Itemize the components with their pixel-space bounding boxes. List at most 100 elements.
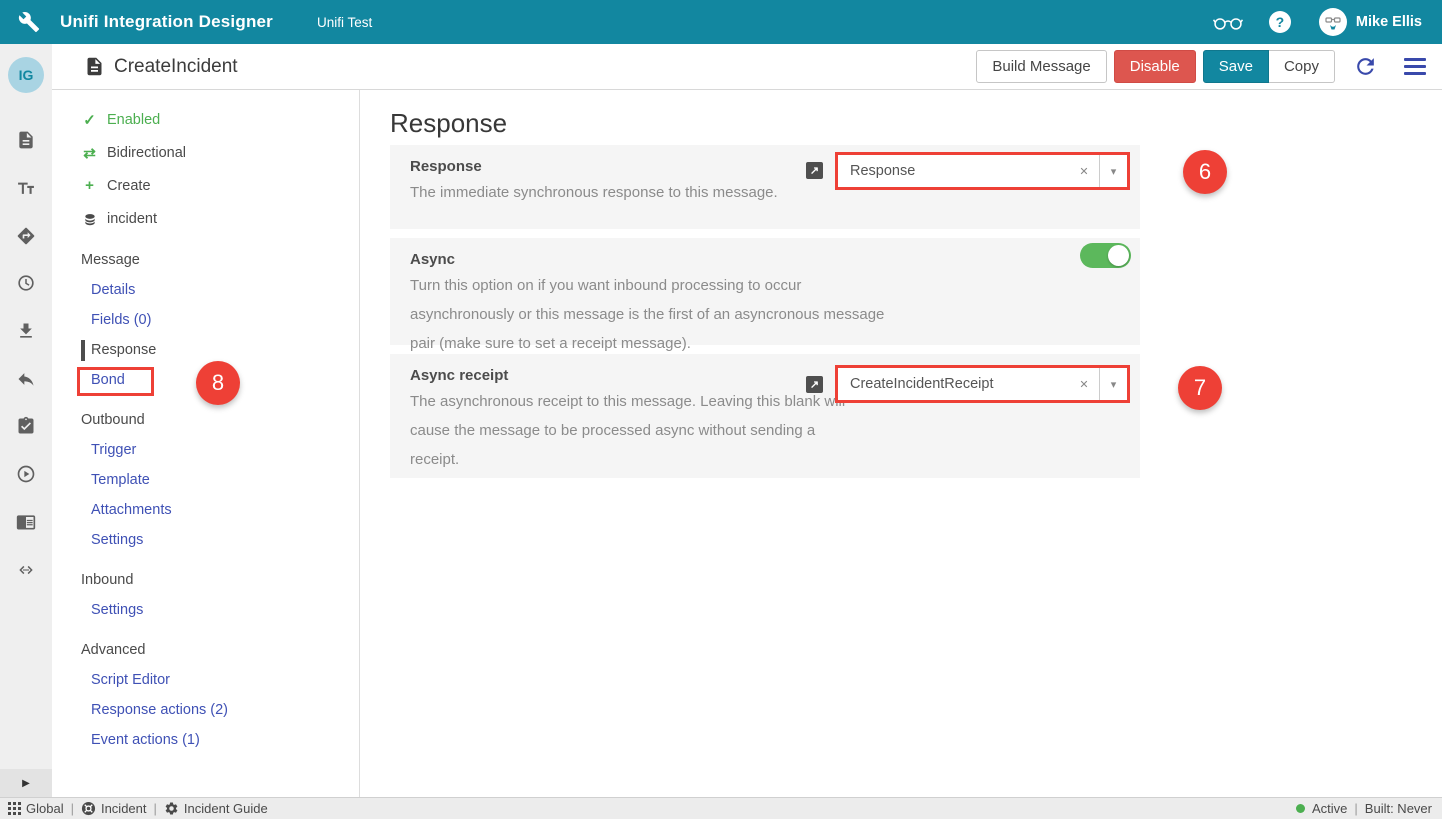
annotation-step-6: 6 [1183, 150, 1227, 194]
response-select[interactable]: Response [838, 155, 1069, 187]
async-receipt-description-line2: cause the message to be processed async … [410, 416, 1120, 445]
async-field-label: Async [410, 249, 1120, 271]
open-record-icon[interactable]: ↗ [806, 376, 823, 393]
message-header: CreateIncident Build Message Disable Sav… [52, 44, 1442, 90]
document-icon [84, 56, 105, 77]
sidebar-item-trigger[interactable]: Trigger [52, 435, 359, 465]
integration-label: Incident Guide [184, 801, 268, 816]
sidebar-item-template[interactable]: Template [52, 465, 359, 495]
app-title: Unifi Integration Designer [60, 12, 273, 32]
messages-icon[interactable] [15, 129, 37, 151]
download-icon[interactable] [15, 320, 37, 342]
sidebar-item-outbound-settings[interactable]: Settings [52, 525, 359, 555]
async-description-line1: Turn this option on if you want inbound … [410, 271, 1120, 300]
active-status-dot [1296, 804, 1305, 813]
bidirectional-label: Bidirectional [107, 145, 186, 161]
run-icon[interactable] [15, 463, 37, 485]
header-actions: Build Message Disable Save Copy [976, 50, 1428, 83]
workspace-name[interactable]: Unifi Test [317, 15, 372, 30]
gear-icon [164, 801, 179, 816]
topbar-right: ? Mike Ellis [1213, 8, 1422, 36]
active-indicator [81, 340, 85, 361]
async-receipt-select-highlight: CreateIncidentReceipt ✕ ▾ [835, 365, 1130, 403]
user-avatar[interactable] [1319, 8, 1347, 36]
annotation-step-7: 7 [1178, 366, 1222, 410]
status-bar: Global | Incident | Incident Guide Activ… [0, 797, 1442, 819]
statusbar-right: Active | Built: Never [1296, 801, 1432, 816]
integration-item[interactable]: Incident Guide [164, 801, 268, 816]
documentation-icon[interactable] [15, 511, 37, 533]
check-icon: ✓ [81, 111, 98, 129]
response-panel: Response The immediate synchronous respo… [390, 145, 1140, 229]
plus-icon: + [81, 177, 98, 194]
sidebar-item-bidirectional[interactable]: ⇄ Bidirectional [52, 136, 359, 169]
clear-icon[interactable]: ✕ [1069, 368, 1099, 400]
enabled-label: Enabled [107, 112, 160, 128]
integration-avatar[interactable]: IG [8, 57, 44, 93]
chevron-down-icon[interactable]: ▾ [1099, 368, 1127, 400]
refresh-icon[interactable] [1353, 54, 1378, 79]
help-icon[interactable]: ? [1269, 11, 1291, 33]
table-label: incident [107, 211, 157, 227]
sidebar-item-response[interactable]: Response [52, 335, 359, 365]
response-select-highlight: Response ✕ ▾ [835, 152, 1130, 190]
sidebar-item-enabled[interactable]: ✓ Enabled [52, 103, 359, 136]
icon-rail: IG ▶ [0, 44, 52, 797]
table-label: Incident [101, 801, 147, 816]
clear-icon[interactable]: ✕ [1069, 155, 1099, 187]
save-button[interactable]: Save [1203, 50, 1269, 83]
async-receipt-select[interactable]: CreateIncidentReceipt [838, 368, 1069, 400]
sidebar-item-event-actions[interactable]: Event actions (1) [52, 725, 359, 755]
tasks-icon[interactable] [15, 415, 37, 437]
sidebar-item-table[interactable]: incident [52, 202, 359, 235]
section-heading: Response [390, 108, 1442, 138]
directions-icon[interactable] [15, 225, 37, 247]
async-panel: Async Turn this option on if you want in… [390, 238, 1140, 345]
response-label: Response [91, 342, 156, 358]
scope-label: Global [26, 801, 64, 816]
copy-button[interactable]: Copy [1269, 50, 1335, 83]
chevron-down-icon[interactable]: ▾ [1099, 155, 1127, 187]
async-receipt-description-line3: receipt. [410, 445, 1120, 474]
reply-icon[interactable] [15, 368, 37, 390]
expand-sidebar-button[interactable]: ▶ [0, 769, 52, 797]
async-toggle[interactable] [1080, 243, 1131, 268]
sidebar-item-attachments[interactable]: Attachments [52, 495, 359, 525]
history-icon[interactable] [15, 272, 37, 294]
async-receipt-panel: Async receipt The asynchronous receipt t… [390, 354, 1140, 478]
annotation-step-8: 8 [196, 361, 240, 405]
sidebar: ✓ Enabled ⇄ Bidirectional + Create incid… [52, 90, 360, 797]
glasses-icon[interactable] [1213, 14, 1243, 31]
separator: | [154, 801, 157, 816]
section-advanced: Advanced [52, 635, 359, 665]
sidebar-item-details[interactable]: Details [52, 275, 359, 305]
separator: | [1354, 801, 1357, 816]
code-icon[interactable] [15, 559, 37, 581]
section-message: Message [52, 245, 359, 275]
sidebar-item-create[interactable]: + Create [52, 169, 359, 202]
wrench-icon [18, 11, 40, 33]
database-icon [81, 211, 98, 227]
built-label: Built: Never [1365, 801, 1432, 816]
open-record-icon[interactable]: ↗ [806, 162, 823, 179]
sidebar-item-fields[interactable]: Fields (0) [52, 305, 359, 335]
text-fields-icon[interactable] [15, 177, 37, 199]
sidebar-item-response-actions[interactable]: Response actions (2) [52, 695, 359, 725]
table-item[interactable]: Incident [81, 801, 147, 816]
grid-icon [8, 802, 21, 815]
statusbar-left: Global | Incident | Incident Guide [8, 801, 268, 816]
separator: | [71, 801, 74, 816]
main-content: Response Response The immediate synchron… [360, 90, 1442, 797]
lifebuoy-icon [81, 801, 96, 816]
disable-button[interactable]: Disable [1114, 50, 1196, 83]
scope-item[interactable]: Global [8, 801, 64, 816]
save-copy-group: Save Copy [1203, 50, 1335, 83]
topbar: Unifi Integration Designer Unifi Test ? … [0, 0, 1442, 44]
menu-icon[interactable] [1402, 58, 1428, 75]
build-message-button[interactable]: Build Message [976, 50, 1106, 83]
page-title: CreateIncident [114, 56, 238, 78]
section-outbound: Outbound [52, 405, 359, 435]
sidebar-item-script-editor[interactable]: Script Editor [52, 665, 359, 695]
sidebar-item-inbound-settings[interactable]: Settings [52, 595, 359, 625]
user-name[interactable]: Mike Ellis [1356, 14, 1422, 30]
